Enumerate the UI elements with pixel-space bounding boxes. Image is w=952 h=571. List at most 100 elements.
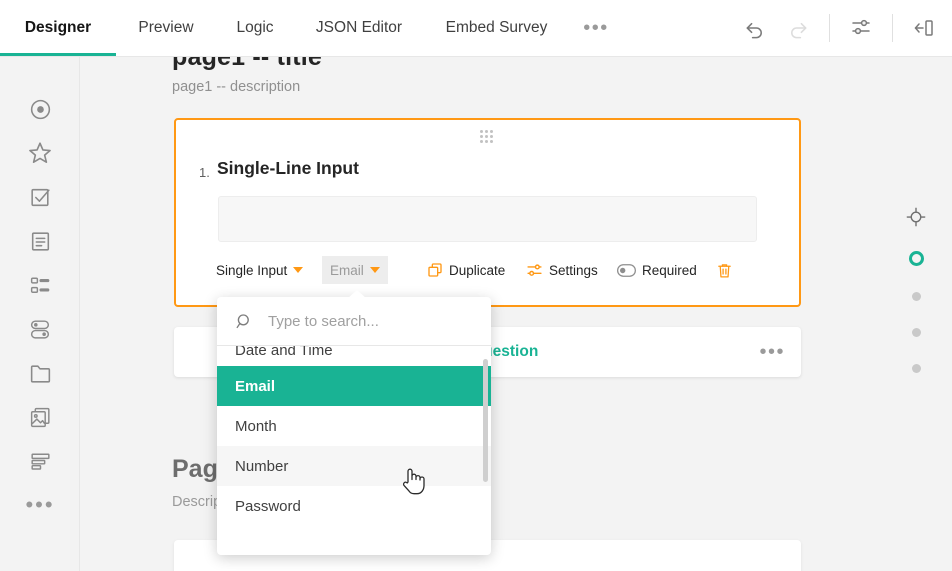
drag-dot — [489, 140, 493, 143]
tab-embed-survey-label: Embed Survey — [445, 19, 548, 36]
sidebar-more-label: ••• — [25, 492, 55, 517]
left-toolbox: ••• — [0, 57, 80, 571]
page-indicator-2[interactable] — [880, 287, 952, 305]
tab-overflow-label: ••• — [583, 16, 609, 39]
sidebar-item-more[interactable]: ••• — [0, 483, 80, 527]
dropdown-item-label: Date and Time — [235, 346, 333, 359]
dropdown-scrollbar-thumb[interactable] — [483, 359, 488, 482]
dropdown-item-password[interactable]: Password — [217, 486, 491, 526]
page-indicator-dot-icon — [911, 327, 921, 337]
image-icon — [30, 407, 50, 427]
question-subtype-dropdown[interactable]: Email — [322, 256, 388, 284]
settings-label: Settings — [549, 262, 598, 278]
sidebar-item-text-input[interactable] — [0, 219, 80, 263]
collapse-panel-icon — [914, 20, 933, 36]
question-input-preview[interactable] — [218, 196, 757, 242]
page-indicator-active-icon — [908, 250, 924, 266]
page-indicator-3[interactable] — [880, 323, 952, 341]
dropdown-item-email[interactable]: Email — [217, 366, 491, 406]
matrix-icon — [30, 452, 50, 470]
question-title[interactable]: Single-Line Input — [217, 158, 359, 179]
chevron-down-icon — [293, 267, 304, 273]
toolbar-actions — [732, 0, 946, 56]
folder-icon — [30, 364, 50, 383]
add-question-menu-icon[interactable]: ••• — [759, 342, 785, 362]
dropdown-item-date-and-time[interactable]: Date and Time — [217, 346, 491, 366]
dropdown-item-label: Email — [235, 377, 276, 395]
dropdown-item-label: Number — [235, 457, 289, 475]
page-indicator-dot-icon — [911, 363, 921, 373]
question-subtype-label: Email — [330, 262, 364, 278]
drag-handle-icon[interactable] — [479, 130, 496, 143]
sidebar-item-boolean[interactable] — [0, 307, 80, 351]
sidebar-item-ranking[interactable] — [0, 263, 80, 307]
undo-icon — [746, 22, 762, 38]
question-actions: Single Input Email Duplicate Settings Re… — [216, 256, 786, 284]
tab-designer-label: Designer — [24, 19, 92, 36]
drag-dot — [484, 135, 488, 138]
redo-icon — [790, 22, 806, 38]
crosshair-icon — [906, 207, 926, 227]
drag-dot — [489, 135, 493, 138]
question-card[interactable]: 1. Single-Line Input Single Input Email … — [174, 118, 801, 307]
dropdown-search-input[interactable] — [266, 311, 466, 331]
designer-canvas: page1 -- title page1 -- description 1. S… — [81, 57, 952, 571]
text-input-icon — [31, 231, 49, 251]
duplicate-label: Duplicate — [449, 262, 506, 278]
sidebar-item-file-upload[interactable] — [0, 351, 80, 395]
question-type-dropdown[interactable]: Single Input — [216, 256, 304, 284]
dropdown-option-list[interactable]: Date and Time Email Month Number Passwor… — [217, 346, 491, 555]
search-icon — [235, 312, 254, 331]
toggle-icon — [30, 319, 49, 339]
toolbar-divider-2 — [892, 14, 893, 42]
theme-settings-icon — [852, 19, 870, 35]
tab-json-editor[interactable]: JSON Editor — [294, 0, 424, 56]
top-toolbar: Designer Preview Logic JSON Editor Embed… — [0, 0, 952, 57]
tab-preview[interactable]: Preview — [116, 0, 216, 56]
sidebar-item-checkbox[interactable] — [0, 175, 80, 219]
dropdown-item-month[interactable]: Month — [217, 406, 491, 446]
required-label: Required — [642, 262, 697, 278]
toolbar-divider-1 — [829, 14, 830, 42]
dropdown-item-label: Month — [235, 417, 277, 435]
tab-logic[interactable]: Logic — [216, 0, 294, 56]
dropdown-arrow — [348, 290, 366, 298]
tab-preview-label: Preview — [138, 19, 194, 36]
ranking-icon — [30, 276, 49, 293]
drag-dot — [479, 135, 483, 138]
duplicate-icon — [428, 263, 442, 277]
page-indicator-4[interactable] — [880, 359, 952, 377]
collapse-panel-button[interactable] — [902, 6, 946, 50]
page-title: page1 -- title — [172, 57, 323, 71]
page-description: page1 -- description — [172, 79, 301, 95]
required-toggle[interactable]: Required — [617, 256, 697, 284]
checkbox-icon — [30, 188, 50, 206]
locate-element-button[interactable] — [880, 205, 952, 229]
rating-star-icon — [29, 142, 51, 164]
delete-question-button[interactable] — [716, 256, 733, 284]
tab-overflow-menu[interactable]: ••• — [569, 0, 623, 56]
dropdown-search-row[interactable] — [217, 297, 491, 346]
dropdown-item-number[interactable]: Number — [217, 446, 491, 486]
tab-logic-label: Logic — [236, 19, 274, 36]
tab-embed-survey[interactable]: Embed Survey — [424, 0, 569, 56]
sidebar-item-matrix[interactable] — [0, 439, 80, 483]
tab-designer[interactable]: Designer — [0, 0, 116, 56]
radio-group-icon — [30, 99, 50, 119]
settings-button[interactable]: Settings — [526, 256, 598, 284]
undo-button[interactable] — [732, 6, 776, 50]
sidebar-item-rating[interactable] — [0, 131, 80, 175]
duplicate-button[interactable]: Duplicate — [427, 256, 505, 284]
theme-settings-button[interactable] — [839, 6, 883, 50]
settings-sliders-icon — [527, 263, 542, 276]
page-indicator-1[interactable] — [880, 247, 952, 269]
drag-dot — [489, 130, 493, 133]
question-type-label: Single Input — [216, 262, 288, 278]
trash-icon — [718, 263, 731, 278]
sidebar-item-image[interactable] — [0, 395, 80, 439]
drag-dot — [479, 130, 483, 133]
redo-button[interactable] — [776, 6, 820, 50]
drag-dot — [484, 140, 488, 143]
sidebar-item-radio-group[interactable] — [0, 87, 80, 131]
toggle-off-icon — [617, 263, 636, 277]
